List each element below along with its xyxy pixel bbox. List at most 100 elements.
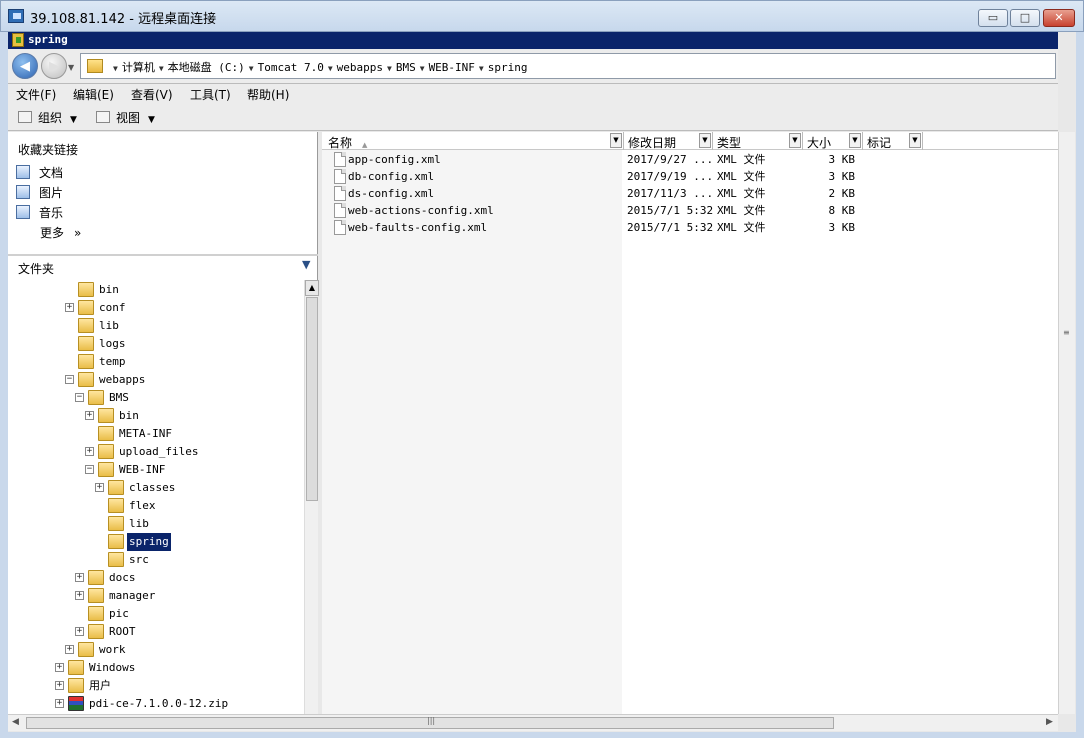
tree-item[interactable]: + manager xyxy=(8,587,304,605)
breadcrumb-separator-icon[interactable]: ▼ xyxy=(113,64,118,73)
tree-item[interactable]: − WEB-INF xyxy=(8,461,304,479)
breadcrumb-separator-icon[interactable]: ▼ xyxy=(328,64,333,73)
close-button[interactable]: ✕ xyxy=(1043,9,1075,27)
scroll-left-icon[interactable]: ◀ xyxy=(12,717,19,727)
tree-item[interactable]: − webapps xyxy=(8,371,304,389)
breadcrumb-item[interactable]: Tomcat 7.0 xyxy=(258,61,324,74)
expand-icon[interactable]: + xyxy=(95,483,104,492)
breadcrumb-item[interactable]: spring xyxy=(488,61,528,74)
tree-item[interactable]: + 用户 xyxy=(8,677,304,695)
menu-file[interactable]: 文件(F) xyxy=(16,86,56,103)
expand-icon[interactable]: + xyxy=(75,573,84,582)
column-header-size[interactable]: 大小 xyxy=(807,134,831,151)
column-divider[interactable] xyxy=(802,132,803,150)
favorite-music[interactable]: 音乐 xyxy=(16,204,63,221)
tree-item[interactable]: + pdi-ce-7.1.0.0-12.zip xyxy=(8,695,304,713)
expand-icon[interactable]: + xyxy=(55,663,64,672)
chevron-down-icon[interactable]: ▼ xyxy=(849,133,861,148)
breadcrumb-separator-icon[interactable]: ▼ xyxy=(479,64,484,73)
column-header-tags[interactable]: 标记 xyxy=(867,134,891,151)
breadcrumb-separator-icon[interactable]: ▼ xyxy=(420,64,425,73)
column-divider[interactable] xyxy=(623,132,624,150)
tree-item[interactable]: + conf xyxy=(8,299,304,317)
organize-button[interactable]: 组织 ▼ xyxy=(18,109,77,126)
file-row[interactable]: app-config.xml 2017/9/27 ... XML 文件 3 KB xyxy=(322,151,1058,168)
tree-item[interactable]: temp xyxy=(8,353,304,371)
expand-icon[interactable]: + xyxy=(85,447,94,456)
tree-item[interactable]: − BMS xyxy=(8,389,304,407)
tree-item[interactable]: + Windows xyxy=(8,659,304,677)
column-header-date[interactable]: 修改日期 xyxy=(628,134,676,151)
tree-item[interactable]: + classes xyxy=(8,479,304,497)
expand-icon[interactable]: + xyxy=(65,303,74,312)
collapse-icon[interactable]: − xyxy=(85,465,94,474)
menu-edit[interactable]: 编辑(E) xyxy=(73,86,114,103)
pane-divider[interactable] xyxy=(8,254,318,256)
horizontal-scrollbar[interactable]: ◀ ||| ▶ xyxy=(8,714,1058,731)
file-list-scrollbar[interactable]: ≡ xyxy=(1058,132,1075,714)
chevron-down-icon[interactable]: ▼ xyxy=(699,133,711,148)
chevron-down-icon[interactable]: ▼ xyxy=(789,133,801,148)
recent-pages-dropdown-icon[interactable]: ▼ xyxy=(68,63,74,72)
chevron-down-icon[interactable]: ▼ xyxy=(909,133,921,148)
tree-item[interactable]: lib xyxy=(8,515,304,533)
file-row[interactable]: web-actions-config.xml 2015/7/1 5:32 XML 文… xyxy=(322,202,1058,219)
scroll-up-icon[interactable]: ▲ xyxy=(305,280,319,296)
expand-icon[interactable]: + xyxy=(75,591,84,600)
favorite-more[interactable]: 更多 » xyxy=(40,224,81,241)
column-divider[interactable] xyxy=(862,132,863,150)
breadcrumb-item[interactable]: WEB-INF xyxy=(429,61,475,74)
maximize-button[interactable]: □ xyxy=(1010,9,1040,27)
file-row[interactable]: web-faults-config.xml 2015/7/1 5:32 XML 文件… xyxy=(322,219,1058,236)
tree-scroll-thumb[interactable] xyxy=(306,297,318,501)
breadcrumb-separator-icon[interactable]: ▼ xyxy=(249,64,254,73)
views-button[interactable]: 视图 ▼ xyxy=(96,109,155,126)
column-header-type[interactable]: 类型 xyxy=(717,134,741,151)
breadcrumb-separator-icon[interactable]: ▼ xyxy=(387,64,392,73)
tree-item[interactable]: pic xyxy=(8,605,304,623)
breadcrumb-item[interactable]: webapps xyxy=(337,61,383,74)
minimize-button[interactable]: ▭ xyxy=(978,9,1008,27)
expand-icon[interactable]: + xyxy=(55,699,64,708)
scroll-right-icon[interactable]: ▶ xyxy=(1046,717,1053,727)
tree-item[interactable]: + upload_files xyxy=(8,443,304,461)
address-bar[interactable]: ▼ 计算机 ▼ 本地磁盘 (C:) ▼ Tomcat 7.0 ▼ webapps ▼ BMS ▼ WE… xyxy=(80,53,1056,79)
tree-item[interactable]: META-INF xyxy=(8,425,304,443)
tree-item[interactable]: bin xyxy=(8,281,304,299)
breadcrumb-item[interactable]: BMS xyxy=(396,61,416,74)
explorer-titlebar[interactable] xyxy=(8,32,1058,49)
tree-item[interactable]: logs xyxy=(8,335,304,353)
tree-item[interactable]: + work xyxy=(8,641,304,659)
menu-help[interactable]: 帮助(H) xyxy=(247,86,289,103)
breadcrumb-item[interactable]: 计算机 xyxy=(122,61,155,74)
chevron-down-icon[interactable]: ▼ xyxy=(610,133,622,148)
expand-icon[interactable]: + xyxy=(55,681,64,690)
tree-item[interactable]: + bin xyxy=(8,407,304,425)
chevron-down-icon[interactable]: ▼ xyxy=(302,258,310,271)
menu-view[interactable]: 查看(V) xyxy=(131,86,173,103)
folders-title[interactable]: 文件夹 xyxy=(18,260,54,277)
breadcrumb-separator-icon[interactable]: ▼ xyxy=(159,64,164,73)
collapse-icon[interactable]: − xyxy=(75,393,84,402)
expand-icon[interactable]: + xyxy=(85,411,94,420)
horizontal-scroll-thumb[interactable]: ||| xyxy=(26,716,834,729)
tree-item[interactable]: src xyxy=(8,551,304,569)
breadcrumb-item[interactable]: 本地磁盘 (C:) xyxy=(168,61,245,74)
favorite-documents[interactable]: 文档 xyxy=(16,164,63,181)
menu-tools[interactable]: 工具(T) xyxy=(190,86,231,103)
file-row[interactable]: db-config.xml 2017/9/19 ... XML 文件 3 KB xyxy=(322,168,1058,185)
column-divider[interactable] xyxy=(712,132,713,150)
file-row[interactable]: ds-config.xml 2017/11/3 ... XML 文件 2 KB xyxy=(322,185,1058,202)
favorite-pictures[interactable]: 图片 xyxy=(16,184,63,201)
expand-icon[interactable]: + xyxy=(65,645,74,654)
tree-item[interactable]: lib xyxy=(8,317,304,335)
column-header-name[interactable]: 名称 ▲ xyxy=(328,134,367,151)
forward-button[interactable]: ▶ xyxy=(41,53,67,79)
tree-item[interactable]: flex xyxy=(8,497,304,515)
tree-item[interactable]: + docs xyxy=(8,569,304,587)
back-button[interactable]: ◀ xyxy=(12,53,38,79)
column-divider[interactable] xyxy=(922,132,923,150)
tree-item[interactable]: spring xyxy=(8,532,304,552)
collapse-icon[interactable]: − xyxy=(65,375,74,384)
expand-icon[interactable]: + xyxy=(75,627,84,636)
